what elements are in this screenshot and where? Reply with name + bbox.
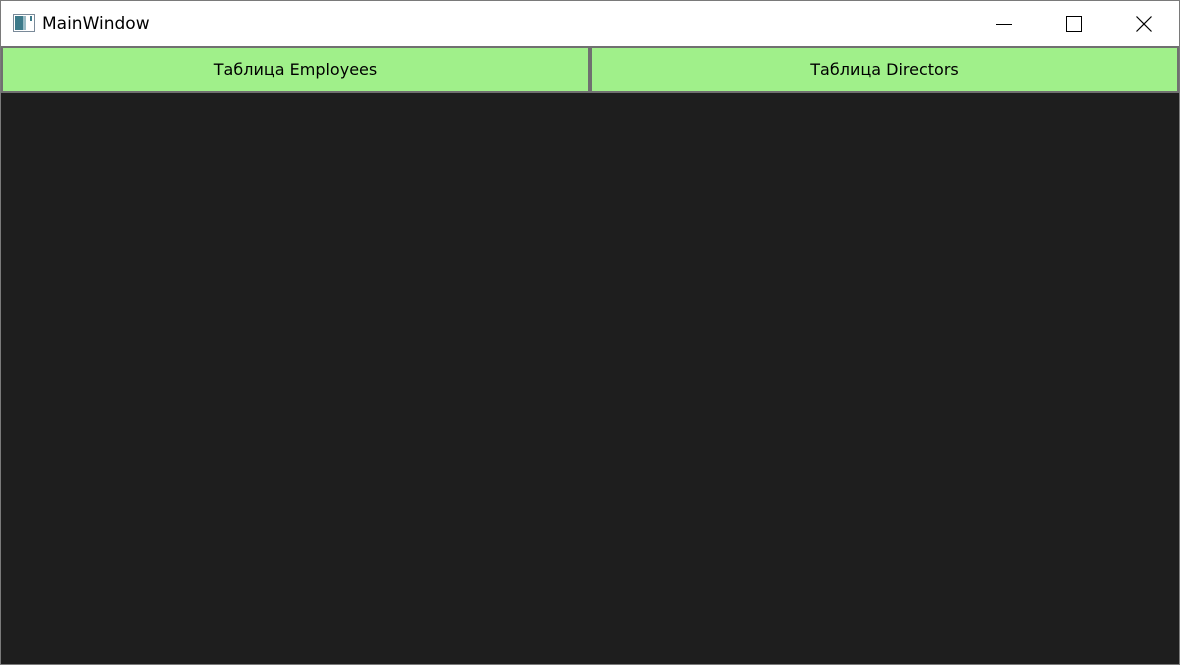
close-icon <box>1136 15 1152 32</box>
minimize-button[interactable] <box>969 1 1039 46</box>
close-button[interactable] <box>1109 1 1179 46</box>
window-title: MainWindow <box>42 14 150 34</box>
table-button-row: Таблица Employees Таблица Directors <box>1 46 1179 93</box>
maximize-button[interactable] <box>1039 1 1109 46</box>
minimize-icon <box>996 23 1012 25</box>
employees-table-button[interactable]: Таблица Employees <box>1 46 590 93</box>
app-window-icon <box>13 14 35 32</box>
title-bar[interactable]: MainWindow <box>1 1 1179 46</box>
directors-table-button[interactable]: Таблица Directors <box>590 46 1179 93</box>
maximize-icon <box>1066 15 1082 32</box>
content-area <box>1 93 1179 664</box>
main-window: MainWindow Таблица Employees Таблица Dir… <box>0 0 1180 665</box>
